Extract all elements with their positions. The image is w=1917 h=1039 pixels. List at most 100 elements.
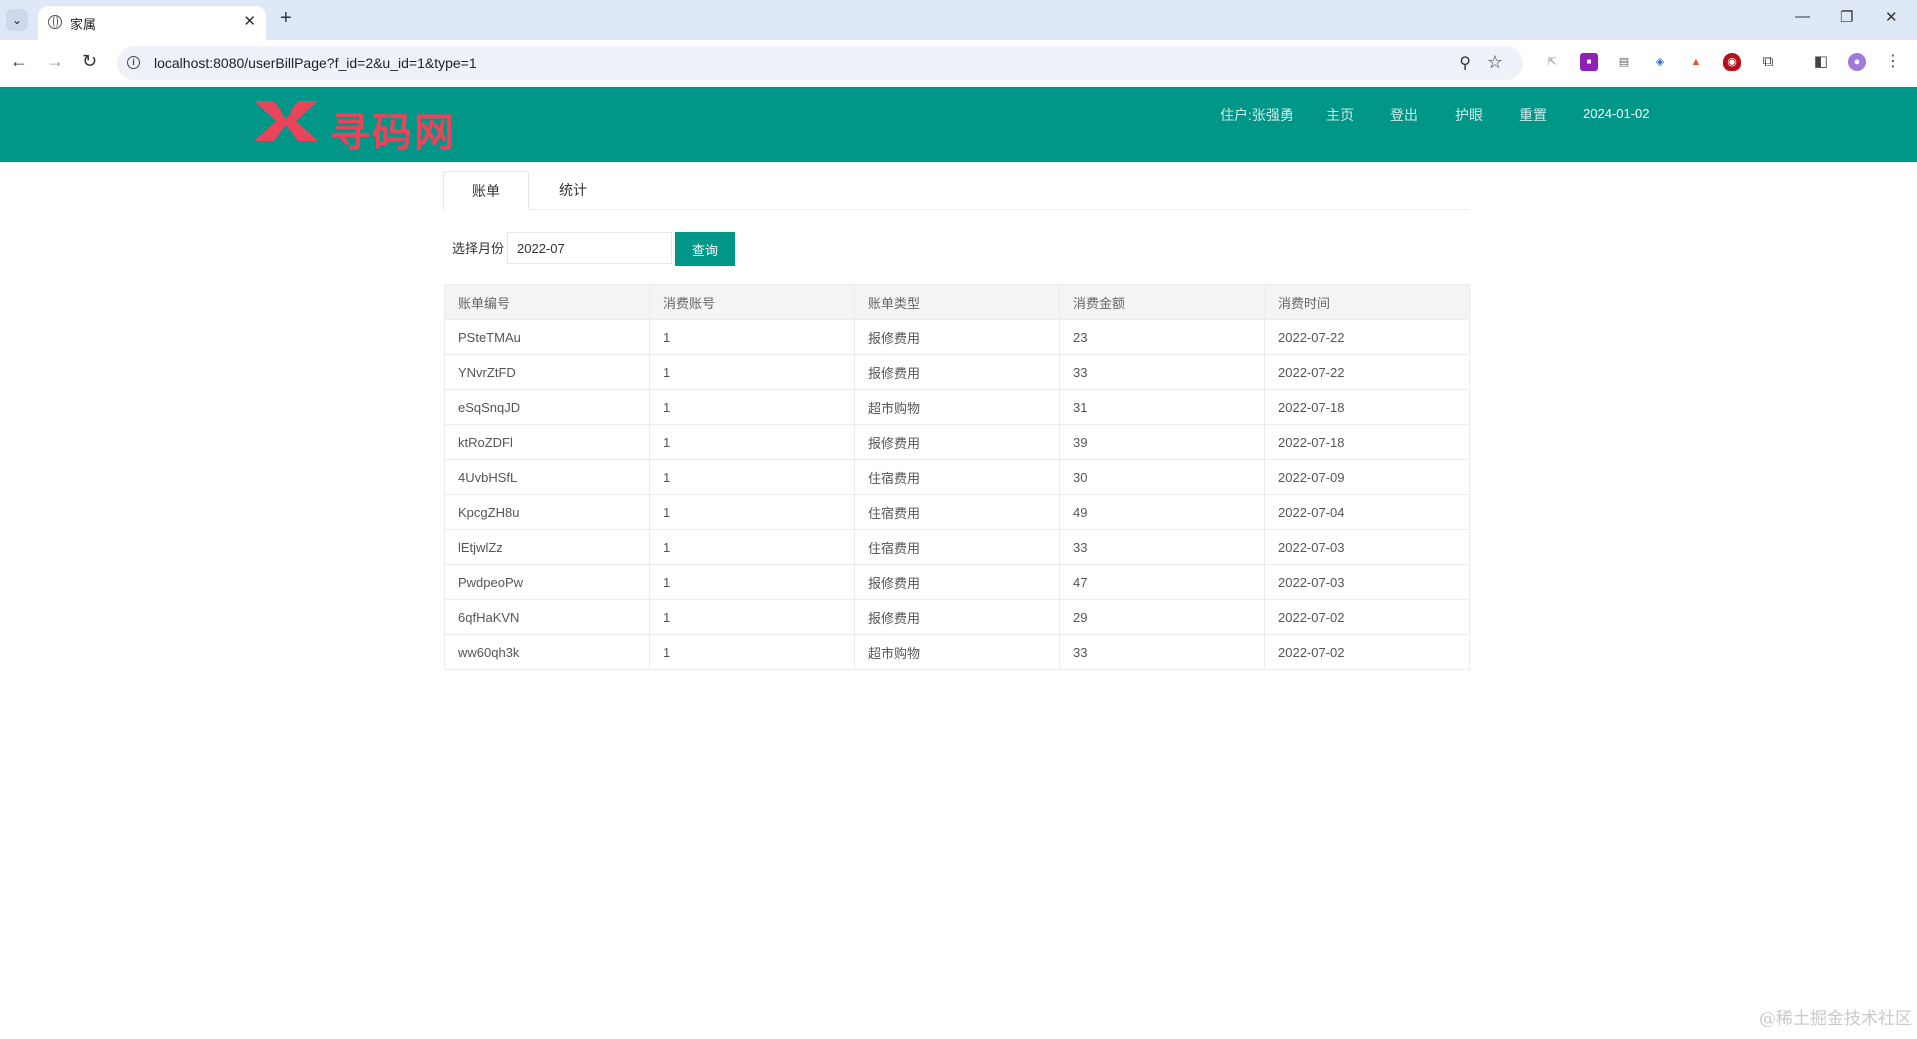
cell-account: 1 bbox=[649, 634, 855, 670]
browser-tab-strip: ⌄ 家属 ✕ + — ❐ ✕ bbox=[0, 0, 1917, 40]
cell-amount: 33 bbox=[1059, 529, 1265, 565]
logo-mark-icon bbox=[254, 101, 318, 141]
cell-account: 1 bbox=[649, 389, 855, 425]
table-row: PSteTMAu 1 报修费用 23 2022-07-22 bbox=[444, 319, 1470, 355]
content-tabs: 账单 统计 bbox=[443, 171, 1470, 210]
cell-time: 2022-07-02 bbox=[1264, 599, 1470, 635]
cell-account: 1 bbox=[649, 319, 855, 355]
nav-resident-name[interactable]: 住户:张强勇 bbox=[1220, 105, 1294, 125]
table-row: eSqSnqJD 1 超市购物 31 2022-07-18 bbox=[444, 389, 1470, 425]
extension-shield-icon[interactable]: ◉ bbox=[1723, 53, 1741, 71]
cell-time: 2022-07-18 bbox=[1264, 424, 1470, 460]
cell-bill-id: YNvrZtFD bbox=[444, 354, 650, 390]
extension-layers-icon[interactable]: ◈ bbox=[1651, 53, 1669, 71]
cell-time: 2022-07-18 bbox=[1264, 389, 1470, 425]
tab-close-icon[interactable]: ✕ bbox=[243, 12, 256, 30]
column-header-time: 消费时间 bbox=[1264, 284, 1470, 320]
cell-time: 2022-07-22 bbox=[1264, 354, 1470, 390]
cell-bill-id: ktRoZDFl bbox=[444, 424, 650, 460]
table-row: 4UvbHSfL 1 住宿费用 30 2022-07-09 bbox=[444, 459, 1470, 495]
extension-store-icon[interactable]: ▤ bbox=[1615, 53, 1633, 71]
tab-title: 家属 bbox=[70, 17, 97, 32]
cell-type: 报修费用 bbox=[854, 424, 1060, 460]
forward-arrow-icon[interactable]: → bbox=[46, 51, 64, 72]
bill-table: 账单编号 消费账号 账单类型 消费金额 消费时间 PSteTMAu 1 报修费用… bbox=[444, 284, 1470, 670]
month-filter-label: 选择月份 bbox=[452, 241, 505, 256]
extension-cursor-icon[interactable]: ⇱ bbox=[1543, 53, 1561, 71]
tab-statistics[interactable]: 统计 bbox=[559, 171, 587, 209]
watermark: @稀土掘金技术社区 bbox=[1759, 1009, 1912, 1029]
url-text[interactable]: localhost:8080/userBillPage?f_id=2&u_id=… bbox=[154, 55, 477, 71]
nav-logout[interactable]: 登出 bbox=[1390, 105, 1418, 125]
cell-bill-id: ww60qh3k bbox=[444, 634, 650, 670]
cell-account: 1 bbox=[649, 529, 855, 565]
cell-time: 2022-07-02 bbox=[1264, 634, 1470, 670]
cell-amount: 23 bbox=[1059, 319, 1265, 355]
cell-time: 2022-07-03 bbox=[1264, 564, 1470, 600]
zoom-icon[interactable]: ⚲ bbox=[1459, 53, 1471, 73]
extensions-puzzle-icon[interactable]: ⧉ bbox=[1759, 53, 1777, 71]
table-row: 6qfHaKVN 1 报修费用 29 2022-07-02 bbox=[444, 599, 1470, 635]
reload-icon[interactable]: ↻ bbox=[82, 51, 97, 72]
cell-type: 报修费用 bbox=[854, 564, 1060, 600]
site-info-icon[interactable]: i bbox=[127, 56, 140, 69]
cell-bill-id: 4UvbHSfL bbox=[444, 459, 650, 495]
logo-text: 寻码网 bbox=[330, 110, 456, 156]
nav-eye-care[interactable]: 护眼 bbox=[1455, 105, 1483, 125]
query-button[interactable]: 查询 bbox=[675, 232, 735, 266]
extension-purple-icon[interactable]: ■ bbox=[1580, 53, 1598, 71]
cell-amount: 33 bbox=[1059, 634, 1265, 670]
cell-account: 1 bbox=[649, 424, 855, 460]
browser-toolbar: ← → ↻ i localhost:8080/userBillPage?f_id… bbox=[0, 40, 1917, 88]
cell-bill-id: PSteTMAu bbox=[444, 319, 650, 355]
table-header-row: 账单编号 消费账号 账单类型 消费金额 消费时间 bbox=[444, 284, 1470, 320]
side-panel-icon[interactable]: ◧ bbox=[1812, 53, 1830, 71]
cell-account: 1 bbox=[649, 459, 855, 495]
cell-time: 2022-07-09 bbox=[1264, 459, 1470, 495]
cell-amount: 47 bbox=[1059, 564, 1265, 600]
column-header-amount: 消费金额 bbox=[1059, 284, 1265, 320]
cell-amount: 33 bbox=[1059, 354, 1265, 390]
restore-button[interactable]: ❐ bbox=[1840, 8, 1853, 26]
cell-amount: 29 bbox=[1059, 599, 1265, 635]
table-row: KpcgZH8u 1 住宿费用 49 2022-07-04 bbox=[444, 494, 1470, 530]
close-window-button[interactable]: ✕ bbox=[1885, 8, 1898, 26]
table-row: PwdpeoPw 1 报修费用 47 2022-07-03 bbox=[444, 564, 1470, 600]
month-input[interactable] bbox=[507, 232, 672, 264]
menu-kebab-icon[interactable]: ⋮ bbox=[1884, 53, 1902, 71]
browser-tab[interactable]: 家属 ✕ bbox=[38, 6, 266, 40]
cell-type: 报修费用 bbox=[854, 319, 1060, 355]
extension-warning-icon[interactable]: ▲ bbox=[1687, 53, 1705, 71]
cell-type: 住宿费用 bbox=[854, 529, 1060, 565]
cell-amount: 31 bbox=[1059, 389, 1265, 425]
tab-bill[interactable]: 账单 bbox=[443, 171, 529, 210]
nav-home[interactable]: 主页 bbox=[1326, 105, 1354, 125]
table-row: lEtjwlZz 1 住宿费用 33 2022-07-03 bbox=[444, 529, 1470, 565]
address-bar[interactable]: i localhost:8080/userBillPage?f_id=2&u_i… bbox=[117, 46, 1523, 80]
cell-time: 2022-07-04 bbox=[1264, 494, 1470, 530]
cell-bill-id: lEtjwlZz bbox=[444, 529, 650, 565]
cell-amount: 49 bbox=[1059, 494, 1265, 530]
profile-avatar-icon[interactable]: ● bbox=[1848, 53, 1866, 71]
cell-account: 1 bbox=[649, 564, 855, 600]
minimize-button[interactable]: — bbox=[1795, 8, 1810, 25]
cell-time: 2022-07-22 bbox=[1264, 319, 1470, 355]
cell-bill-id: KpcgZH8u bbox=[444, 494, 650, 530]
bookmark-star-icon[interactable]: ☆ bbox=[1487, 52, 1503, 73]
cell-time: 2022-07-03 bbox=[1264, 529, 1470, 565]
table-row: YNvrZtFD 1 报修费用 33 2022-07-22 bbox=[444, 354, 1470, 390]
back-arrow-icon[interactable]: ← bbox=[10, 51, 28, 72]
cell-type: 超市购物 bbox=[854, 389, 1060, 425]
cell-type: 超市购物 bbox=[854, 634, 1060, 670]
cell-type: 报修费用 bbox=[854, 599, 1060, 635]
cell-bill-id: 6qfHaKVN bbox=[444, 599, 650, 635]
table-row: ktRoZDFl 1 报修费用 39 2022-07-18 bbox=[444, 424, 1470, 460]
new-tab-button[interactable]: + bbox=[280, 7, 292, 30]
cell-amount: 39 bbox=[1059, 424, 1265, 460]
table-row: ww60qh3k 1 超市购物 33 2022-07-02 bbox=[444, 634, 1470, 670]
cell-bill-id: eSqSnqJD bbox=[444, 389, 650, 425]
nav-reset[interactable]: 重置 bbox=[1519, 105, 1547, 125]
tab-list-button[interactable]: ⌄ bbox=[6, 9, 28, 31]
chevron-down-icon: ⌄ bbox=[11, 13, 23, 27]
cell-type: 住宿费用 bbox=[854, 494, 1060, 530]
